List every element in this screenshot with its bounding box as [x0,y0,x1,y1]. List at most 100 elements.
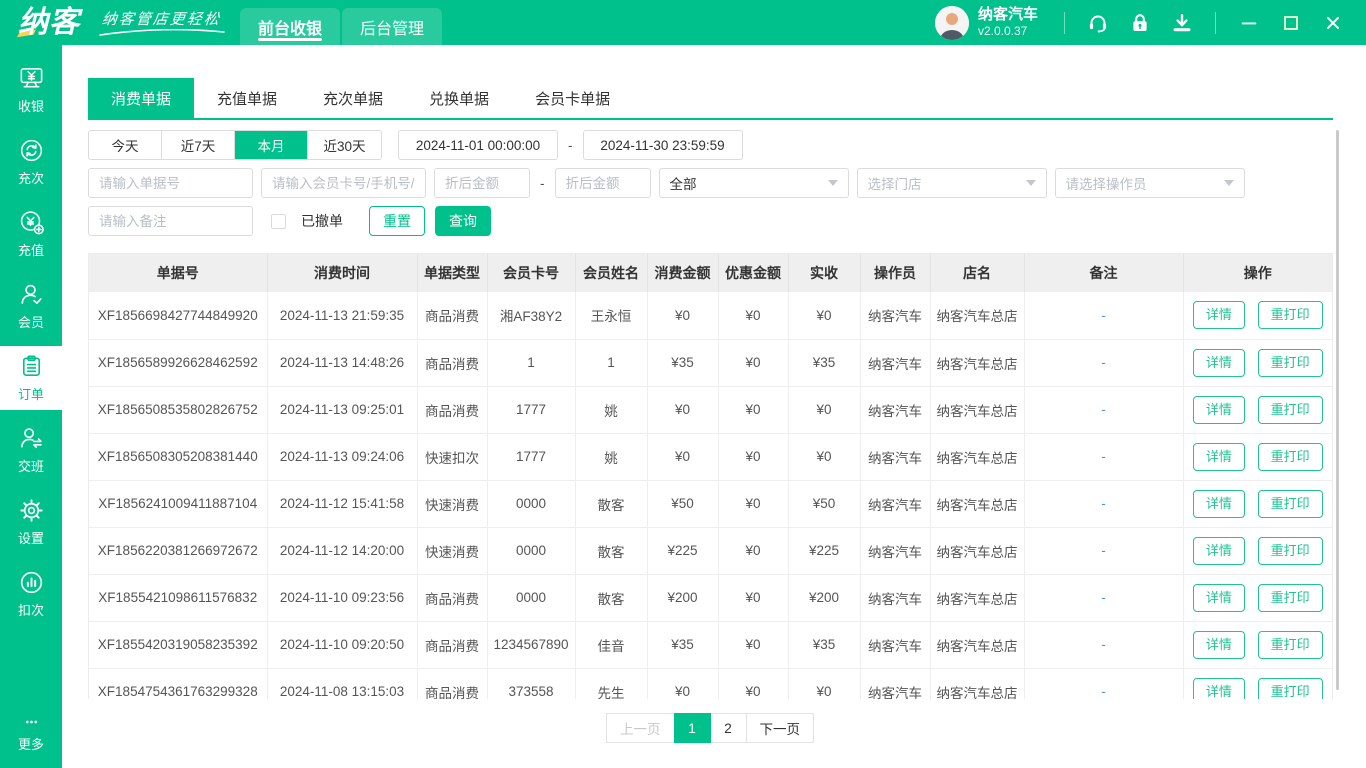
tab-backend-admin[interactable]: 后台管理 [342,8,442,45]
customer-service-icon[interactable] [1077,9,1119,37]
cell-store: 纳客汽车总店 [930,621,1025,669]
order-no-input[interactable] [88,168,253,198]
table-row: XF1856241009411887104 2024-11-12 15:41:5… [89,480,1332,528]
sidebar-item-label: 订单 [17,387,44,402]
tab-recharge-orders[interactable]: 充值单据 [194,78,300,118]
date-from-input[interactable] [398,130,558,160]
amount-min-input[interactable] [434,168,530,198]
cell-order-no: XF1856508305208381440 [89,433,268,481]
sidebar-item-more[interactable]: 更多 [0,708,62,758]
range-30days-button[interactable]: 近30天 [308,131,381,159]
reprint-button[interactable]: 重打印 [1257,489,1323,518]
operator-select-placeholder: 请选择操作员 [1065,177,1147,192]
cashier-monitor-icon [20,68,42,88]
main-content: 消费单据 充值单据 充次单据 兑换单据 会员卡单据 今天 近7天 本月 近30天… [62,45,1366,768]
range-today-button[interactable]: 今天 [89,131,162,159]
store-select[interactable]: 选择门店 [856,168,1047,198]
cell-card-no: 湘AF38Y2 [487,292,576,340]
page-2-button[interactable]: 2 [709,713,747,743]
cell-remark: - [1024,386,1184,434]
range-this-month-button[interactable]: 本月 [235,131,308,159]
sidebar-item-cashier[interactable]: 收银 [0,58,62,122]
col-type: 单据类型 [417,254,488,292]
avatar[interactable] [934,5,969,40]
cell-order-no: XF1855420319058235392 [89,621,268,669]
page-1-button[interactable]: 1 [673,713,711,743]
sidebar: 收银 充次 充值 会员 订单 交班 设置 扣次 更多 [0,45,62,768]
cell-discount: ¥0 [718,386,789,434]
operator-select[interactable]: 请选择操作员 [1054,168,1245,198]
sidebar-item-member[interactable]: 会员 [0,274,62,338]
cell-store: 纳客汽车总店 [930,527,1025,575]
reprint-button[interactable]: 重打印 [1257,301,1323,330]
cell-amount: ¥50 [647,480,719,528]
remark-input[interactable] [88,206,253,236]
reprint-button[interactable]: 重打印 [1257,536,1323,565]
vertical-scrollbar[interactable] [1336,130,1339,690]
reprint-button[interactable]: 重打印 [1257,348,1323,377]
sidebar-item-deduct[interactable]: 扣次 [0,562,62,626]
filter-row-dates: 今天 近7天 本月 近30天 - [88,130,1333,160]
range-7days-button[interactable]: 近7天 [162,131,235,159]
tab-recharge-times-orders[interactable]: 充次单据 [300,78,406,118]
maximize-button[interactable] [1270,9,1312,37]
tab-consume-orders[interactable]: 消费单据 [88,78,195,118]
minimize-button[interactable] [1228,9,1270,37]
detail-button[interactable]: 详情 [1192,536,1245,565]
cell-order-no: XF1854754361763299328 [89,668,268,699]
sidebar-item-orders[interactable]: 订单 [0,346,62,410]
reprint-button[interactable]: 重打印 [1257,583,1323,612]
reprint-button[interactable]: 重打印 [1257,630,1323,659]
search-button[interactable]: 查询 [435,206,491,236]
detail-button[interactable]: 详情 [1192,348,1245,377]
date-range-separator: - [568,137,573,153]
prev-page-button[interactable]: 上一页 [606,713,675,743]
sidebar-item-recharge-times[interactable]: 充次 [0,130,62,194]
close-button[interactable] [1312,9,1354,37]
slogan: 纳客管店更轻松 [98,8,226,37]
cell-amount: ¥35 [647,621,719,669]
detail-button[interactable]: 详情 [1192,489,1245,518]
cell-type: 快速消费 [417,480,488,528]
tab-front-cashier[interactable]: 前台收银 [240,8,340,45]
tab-exchange-orders[interactable]: 兑换单据 [406,78,512,118]
next-page-button[interactable]: 下一页 [745,713,814,743]
cell-order-no: XF1856589926628462592 [89,339,268,387]
cell-amount: ¥0 [647,433,719,481]
filter-panel: 今天 近7天 本月 近30天 - - 全部 [88,130,1333,236]
cell-actions: 详情 重打印 [1183,386,1332,434]
detail-button[interactable]: 详情 [1192,395,1245,424]
cell-paid: ¥200 [788,574,861,622]
tab-member-card-orders[interactable]: 会员卡单据 [512,78,633,118]
sidebar-item-settings[interactable]: 设置 [0,490,62,554]
member-search-input[interactable] [261,168,426,198]
cell-order-no: XF1856508535802826752 [89,386,268,434]
cell-remark: - [1024,480,1184,528]
reprint-button[interactable]: 重打印 [1257,677,1323,699]
date-to-input[interactable] [582,130,743,160]
detail-button[interactable]: 详情 [1192,442,1245,471]
sidebar-item-shift[interactable]: 交班 [0,418,62,482]
logo-area: 纳客 纳客管店更轻松 [0,0,238,45]
chevron-down-icon [1223,180,1234,186]
reprint-button[interactable]: 重打印 [1257,442,1323,471]
sidebar-item-recharge-money[interactable]: 充值 [0,202,62,266]
reprint-button[interactable]: 重打印 [1257,395,1323,424]
table-row: XF1854754361763299328 2024-11-08 13:15:0… [89,668,1332,699]
type-select[interactable]: 全部 [658,168,849,198]
detail-button[interactable]: 详情 [1192,583,1245,612]
cell-member: 散客 [575,527,648,575]
cell-member: 佳音 [575,621,648,669]
reset-button[interactable]: 重置 [369,206,425,236]
shift-handover-icon [20,428,42,449]
detail-button[interactable]: 详情 [1192,630,1245,659]
cell-type: 商品消费 [417,621,488,669]
detail-button[interactable]: 详情 [1192,677,1245,699]
detail-button[interactable]: 详情 [1192,301,1245,330]
amount-max-input[interactable] [554,168,651,198]
download-icon[interactable] [1161,9,1203,37]
cell-operator: 纳客汽车 [860,292,931,340]
account-name: 纳客汽车 [977,6,1038,24]
revoked-checkbox[interactable] [271,213,286,229]
lock-icon[interactable] [1119,9,1161,37]
